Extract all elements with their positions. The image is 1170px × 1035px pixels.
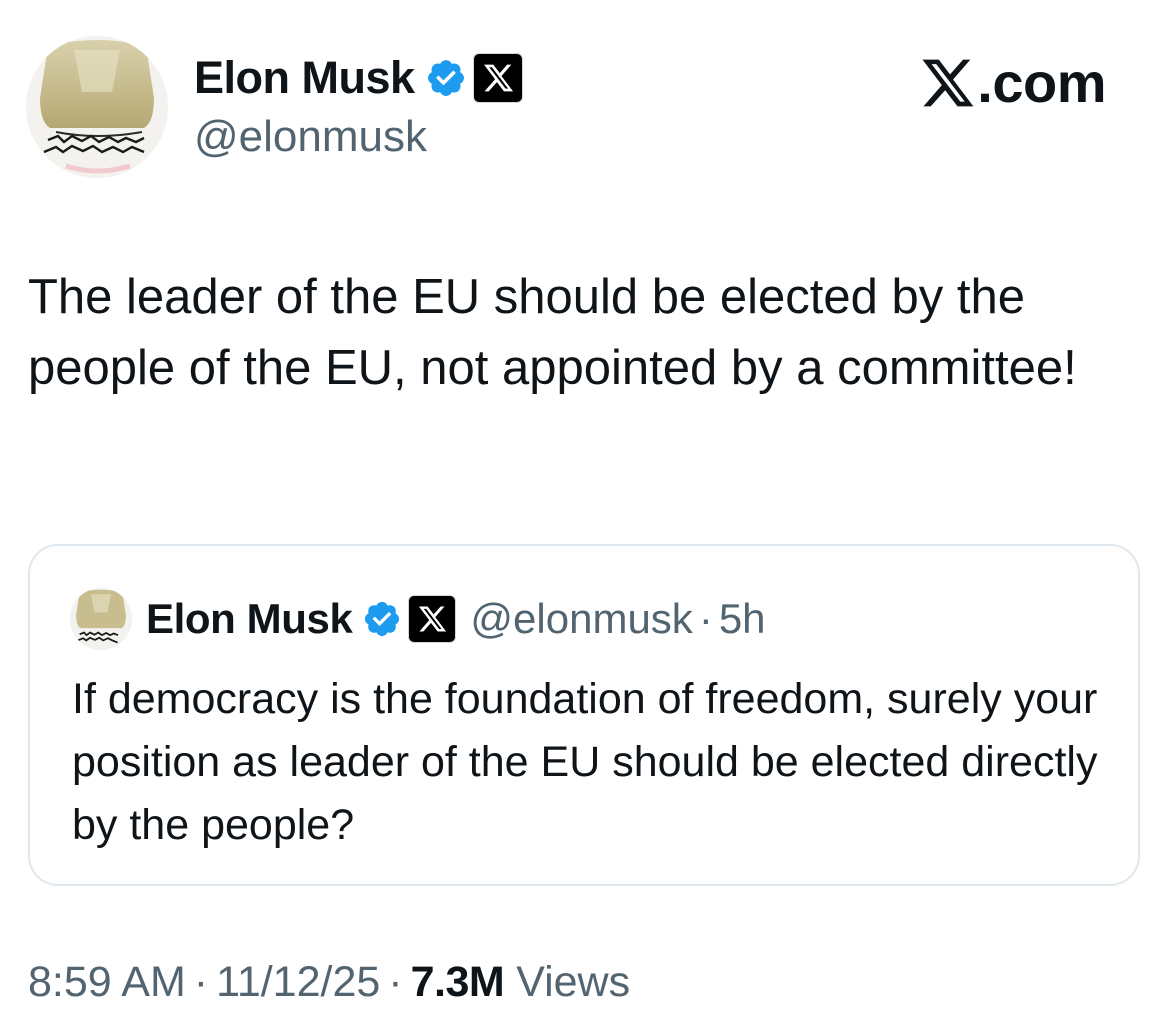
separator-dot: · — [698, 595, 713, 642]
brand-label: .com — [977, 51, 1106, 114]
quoted-tweet-timestamp[interactable]: 5h — [719, 595, 766, 643]
quoted-tweet-header: Elon Musk @elonmusk · 5h — [70, 586, 766, 652]
quoted-author-display-name[interactable]: Elon Musk — [146, 595, 353, 643]
quoted-author-handle[interactable]: @elonmusk — [470, 595, 692, 643]
quoted-tweet-card[interactable]: Elon Musk @elonmusk · 5h If democracy is… — [28, 544, 1140, 886]
quoted-tweet-text: If democracy is the foundation of freedo… — [72, 675, 1098, 849]
author-block: Elon Musk @elonmusk — [194, 50, 523, 162]
tweet-text: The leader of the EU should be elected b… — [28, 270, 1077, 395]
views-label: Views — [516, 958, 631, 1006]
verified-badge-icon[interactable] — [362, 599, 402, 639]
views-count: 7.3M — [410, 958, 505, 1006]
tweet-time[interactable]: 8:59 AM — [28, 958, 186, 1006]
verified-badge-icon[interactable] — [425, 57, 467, 99]
tweet-date[interactable]: 11/12/25 — [216, 958, 380, 1006]
x-logo-icon — [919, 55, 975, 111]
x-logo-icon — [472, 53, 523, 103]
author-handle[interactable]: @elonmusk — [194, 112, 523, 162]
author-name-row: Elon Musk — [194, 50, 523, 106]
author-avatar[interactable] — [26, 36, 168, 178]
brand-mark: .com — [919, 50, 1106, 115]
avatar-image — [70, 588, 132, 650]
separator-dot: · — [388, 958, 403, 1006]
author-display-name[interactable]: Elon Musk — [194, 52, 415, 104]
tweet-meta: 8:59 AM · 11/12/25 · 7.3M Views — [28, 958, 630, 1007]
separator-dot: · — [193, 958, 209, 1006]
x-logo-icon — [408, 595, 457, 643]
avatar-image — [26, 36, 168, 178]
quoted-author-avatar[interactable] — [70, 588, 132, 650]
